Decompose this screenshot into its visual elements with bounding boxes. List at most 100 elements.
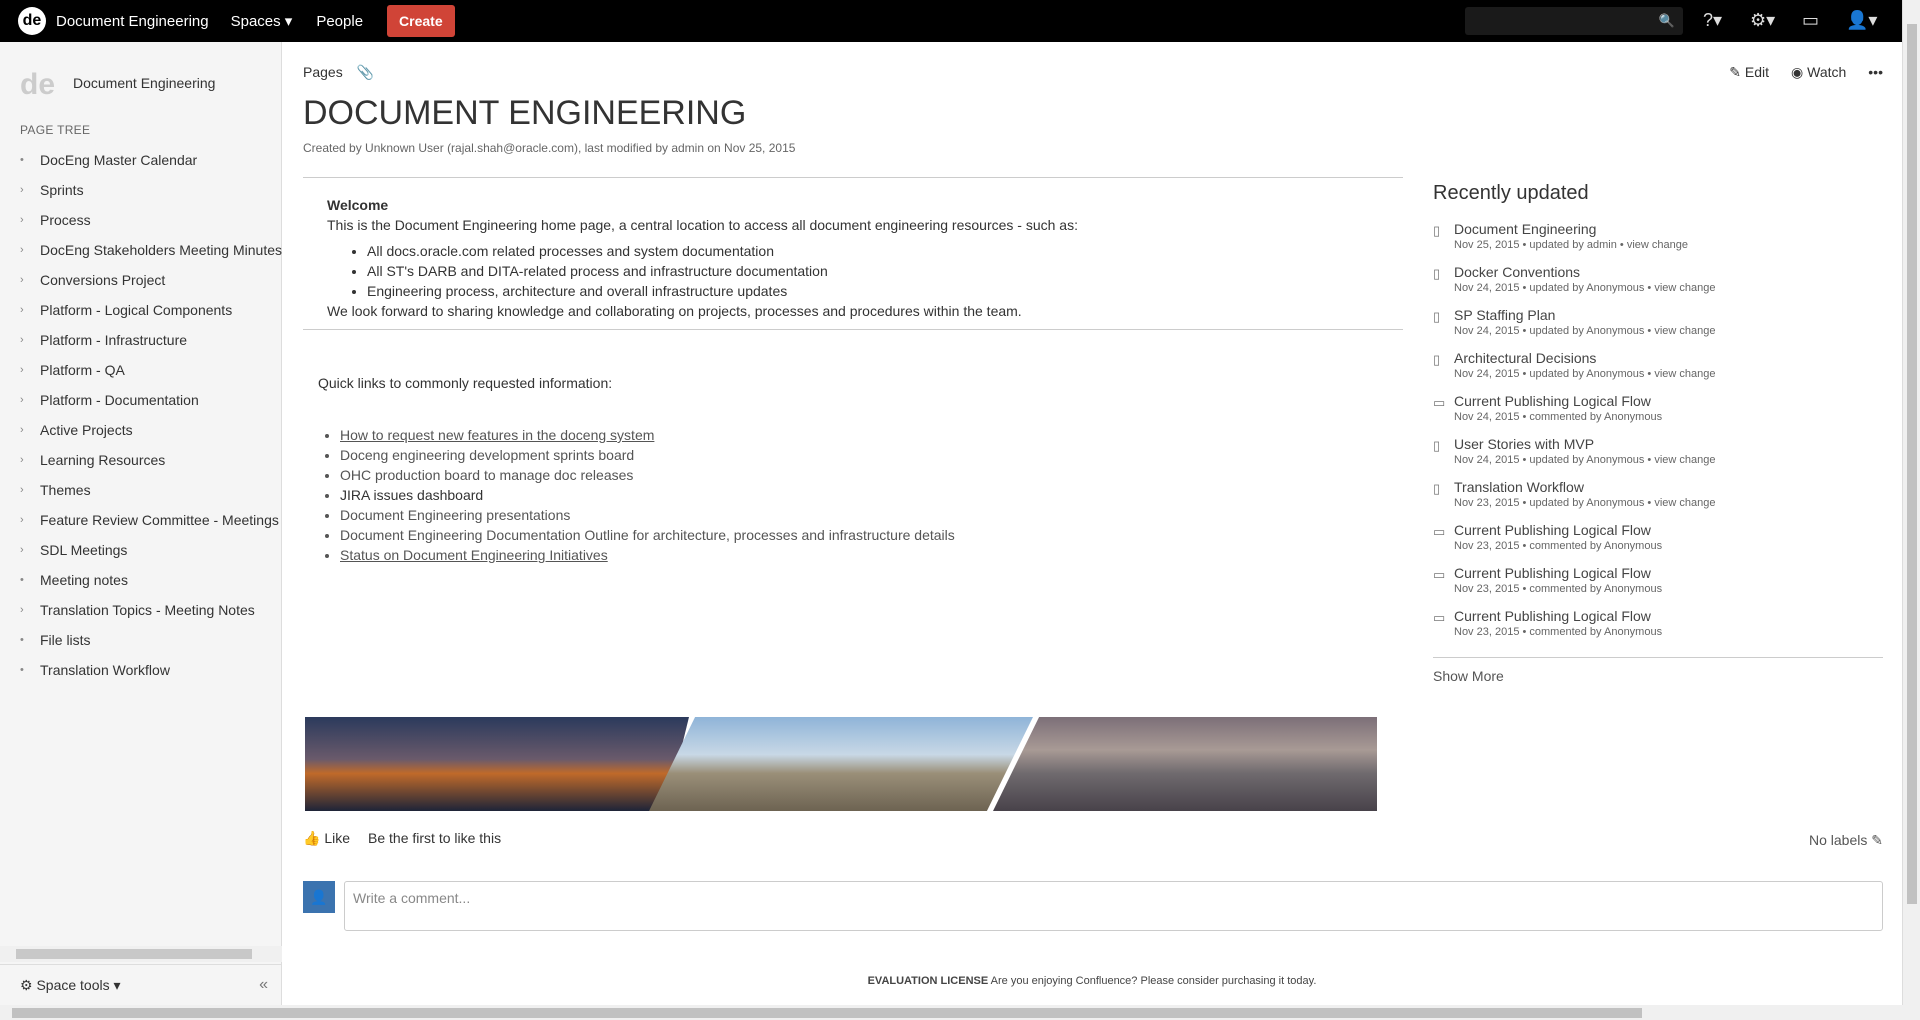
page-tree-item[interactable]: • Translation Workflow <box>20 655 282 685</box>
page-tree-label[interactable]: Platform - Infrastructure <box>40 332 187 348</box>
list-item: Doceng engineering development sprints b… <box>340 445 955 465</box>
space-tools-menu[interactable]: ⚙ Space tools ▾ <box>20 977 121 994</box>
create-button[interactable]: Create <box>387 5 455 37</box>
page-tree-label[interactable]: Sprints <box>40 182 84 198</box>
page-tree-item[interactable]: › Sprints <box>20 175 282 205</box>
page-tree-label[interactable]: Platform - Logical Components <box>40 302 232 318</box>
page-tree-item[interactable]: › Platform - QA <box>20 355 282 385</box>
page-tree-label[interactable]: Meeting notes <box>40 572 128 588</box>
sidebar-horizontal-scrollbar[interactable] <box>0 946 282 962</box>
edit-button[interactable]: ✎ Edit <box>1729 64 1769 81</box>
vertical-scrollbar[interactable] <box>1902 0 1920 1005</box>
recent-item-title[interactable]: User Stories with MVP <box>1454 436 1883 452</box>
quick-link[interactable]: Document Engineering presentations <box>340 507 570 523</box>
recent-item-title[interactable]: Current Publishing Logical Flow <box>1454 522 1883 538</box>
page-tree-label[interactable]: Conversions Project <box>40 272 165 288</box>
recent-item-title[interactable]: Architectural Decisions <box>1454 350 1883 366</box>
expand-icon[interactable]: › <box>20 394 40 406</box>
page-tree-label[interactable]: DocEng Master Calendar <box>40 152 197 168</box>
expand-icon[interactable]: › <box>20 184 40 196</box>
page-tree-label[interactable]: Platform - QA <box>40 362 125 378</box>
page-tree-item[interactable]: › Themes <box>20 475 282 505</box>
recent-item-title[interactable]: Docker Conventions <box>1454 264 1883 280</box>
sidebar-space-name[interactable]: Document Engineering <box>73 75 215 91</box>
page-tree-item[interactable]: › Platform - Infrastructure <box>20 325 282 355</box>
attachment-icon[interactable]: 📎 <box>357 64 374 80</box>
page-tree-label[interactable]: Learning Resources <box>40 452 165 468</box>
page-tree-item[interactable]: › DocEng Stakeholders Meeting Minutes <box>20 235 282 265</box>
space-logo[interactable]: de <box>20 68 55 102</box>
page-tree-label[interactable]: Translation Topics - Meeting Notes <box>40 602 255 618</box>
comment-input[interactable]: Write a comment... <box>344 881 1883 931</box>
help-icon[interactable]: ?▾ <box>1703 10 1722 31</box>
expand-icon[interactable]: › <box>20 364 40 376</box>
like-label: Like <box>324 830 351 846</box>
page-tree-item[interactable]: › Platform - Documentation <box>20 385 282 415</box>
page-tree-label[interactable]: Active Projects <box>40 422 133 438</box>
expand-icon[interactable]: › <box>20 544 40 556</box>
page-tree-label[interactable]: SDL Meetings <box>40 542 127 558</box>
page-tree-item[interactable]: › Platform - Logical Components <box>20 295 282 325</box>
recent-item-title[interactable]: SP Staffing Plan <box>1454 307 1883 323</box>
quick-link[interactable]: JIRA issues dashboard <box>340 487 483 503</box>
collapse-sidebar-icon[interactable]: « <box>259 976 268 994</box>
scrollbar-thumb[interactable] <box>12 1008 1642 1018</box>
expand-icon[interactable]: › <box>20 334 40 346</box>
quick-link[interactable]: How to request new features in the docen… <box>340 427 654 443</box>
expand-icon[interactable]: › <box>20 214 40 226</box>
notifications-icon[interactable]: ▭ <box>1802 10 1819 31</box>
more-actions-button[interactable]: ••• <box>1868 64 1883 81</box>
home-link[interactable]: de Document Engineering <box>18 7 209 35</box>
page-tree-label[interactable]: Platform - Documentation <box>40 392 199 408</box>
pencil-icon[interactable]: ✎ <box>1871 832 1883 848</box>
expand-icon[interactable]: › <box>20 424 40 436</box>
expand-icon[interactable]: › <box>20 514 40 526</box>
scrollbar-thumb[interactable] <box>16 949 252 959</box>
show-more-link[interactable]: Show More <box>1433 657 1883 684</box>
page-tree-item[interactable]: › Active Projects <box>20 415 282 445</box>
people-link[interactable]: People <box>316 13 363 30</box>
recent-item-title[interactable]: Current Publishing Logical Flow <box>1454 565 1883 581</box>
app-title: Document Engineering <box>56 12 209 30</box>
scrollbar-thumb[interactable] <box>1907 24 1917 904</box>
welcome-heading: Welcome <box>327 197 389 213</box>
like-button[interactable]: 👍 Like <box>303 830 350 847</box>
expand-icon[interactable]: › <box>20 304 40 316</box>
quick-link[interactable]: Status on Document Engineering Initiativ… <box>340 547 608 563</box>
spaces-menu[interactable]: Spaces ▾ <box>231 12 293 30</box>
expand-icon[interactable]: › <box>20 244 40 256</box>
search-input[interactable]: 🔍 <box>1465 7 1683 35</box>
expand-icon[interactable]: › <box>20 604 40 616</box>
page-tree-item[interactable]: › Translation Topics - Meeting Notes <box>20 595 282 625</box>
page-tree-label[interactable]: Feature Review Committee - Meetings <box>40 512 279 528</box>
page-tree-item[interactable]: • Meeting notes <box>20 565 282 595</box>
page-tree-item[interactable]: • File lists <box>20 625 282 655</box>
quick-link[interactable]: Document Engineering Documentation Outli… <box>340 527 955 543</box>
recent-item-title[interactable]: Document Engineering <box>1454 221 1883 237</box>
expand-icon[interactable]: › <box>20 484 40 496</box>
page-tree-label[interactable]: Process <box>40 212 91 228</box>
page-tree-label[interactable]: File lists <box>40 632 91 648</box>
user-avatar-icon[interactable]: 👤▾ <box>1846 10 1877 31</box>
recent-item-title[interactable]: Translation Workflow <box>1454 479 1883 495</box>
quick-link[interactable]: Doceng engineering development sprints b… <box>340 447 634 463</box>
watch-button[interactable]: ◉ Watch <box>1791 64 1846 81</box>
horizontal-scrollbar[interactable] <box>0 1005 1920 1020</box>
page-tree-item[interactable]: › Conversions Project <box>20 265 282 295</box>
page-tree-label[interactable]: DocEng Stakeholders Meeting Minutes <box>40 242 282 258</box>
page-tree-item[interactable]: • DocEng Master Calendar <box>20 145 282 175</box>
breadcrumb-pages[interactable]: Pages <box>303 64 343 80</box>
gear-icon[interactable]: ⚙▾ <box>1750 10 1775 31</box>
page-tree-label[interactable]: Translation Workflow <box>40 662 170 678</box>
recent-item-title[interactable]: Current Publishing Logical Flow <box>1454 608 1883 624</box>
page-tree-item[interactable]: › Learning Resources <box>20 445 282 475</box>
quick-link[interactable]: OHC production board to manage doc relea… <box>340 467 633 483</box>
expand-icon[interactable]: › <box>20 454 40 466</box>
page-icon: ▯ <box>1433 309 1441 324</box>
recent-item-title[interactable]: Current Publishing Logical Flow <box>1454 393 1883 409</box>
page-tree-item[interactable]: › Process <box>20 205 282 235</box>
page-tree-item[interactable]: › Feature Review Committee - Meetings <box>20 505 282 535</box>
expand-icon[interactable]: › <box>20 274 40 286</box>
page-tree-label[interactable]: Themes <box>40 482 91 498</box>
page-tree-item[interactable]: › SDL Meetings <box>20 535 282 565</box>
